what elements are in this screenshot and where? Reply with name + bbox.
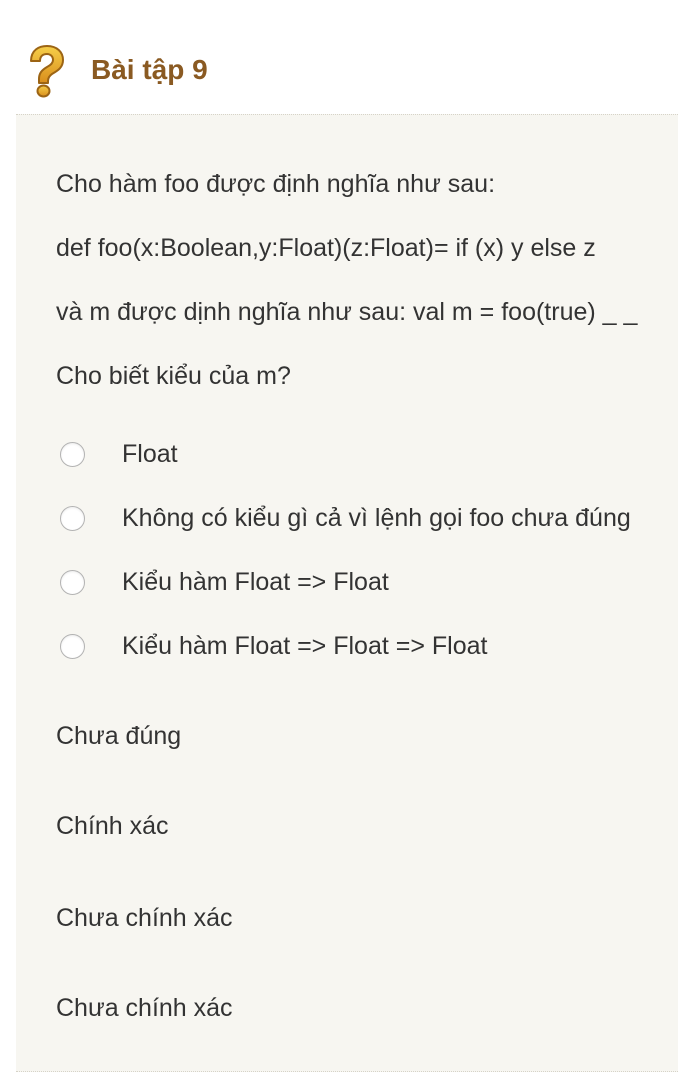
feedback-text-4: Chưa chính xác bbox=[56, 994, 233, 1022]
feedback-text-2: Chính xác bbox=[56, 812, 169, 840]
radio-button-1[interactable] bbox=[60, 442, 85, 467]
feedback-text-3: Chưa chính xác bbox=[56, 904, 233, 932]
answer-option-4[interactable]: Kiểu hàm Float => Float => Float bbox=[60, 629, 660, 663]
exercise-header: Bài tập 9 bbox=[0, 0, 678, 114]
answer-option-label: Không có kiểu gì cả vì lệnh gọi foo chưa… bbox=[122, 504, 631, 532]
question-panel: Cho hàm foo được định nghĩa như sau: def… bbox=[16, 114, 678, 1072]
answer-option-label: Kiểu hàm Float => Float bbox=[122, 568, 389, 596]
answer-option-3[interactable]: Kiểu hàm Float => Float bbox=[60, 565, 660, 599]
question-line-2: def foo(x:Boolean,y:Float)(z:Float)= if … bbox=[56, 234, 596, 262]
radio-button-3[interactable] bbox=[60, 570, 85, 595]
radio-button-2[interactable] bbox=[60, 506, 85, 531]
question-line-4: Cho biết kiểu của m? bbox=[56, 362, 291, 390]
answer-option-label: Kiểu hàm Float => Float => Float bbox=[122, 632, 488, 660]
question-line-1: Cho hàm foo được định nghĩa như sau: bbox=[56, 170, 496, 198]
exercise-title: Bài tập 9 bbox=[91, 54, 208, 85]
question-line-3: và m được dịnh nghĩa như sau: val m = fo… bbox=[56, 298, 638, 326]
feedback-text-1: Chưa đúng bbox=[56, 722, 182, 750]
answer-option-2[interactable]: Không có kiểu gì cả vì lệnh gọi foo chưa… bbox=[60, 501, 660, 535]
radio-button-4[interactable] bbox=[60, 634, 85, 659]
answer-option-1[interactable]: Float bbox=[60, 437, 660, 471]
answer-option-label: Float bbox=[122, 440, 178, 468]
question-mark-icon bbox=[30, 45, 64, 98]
